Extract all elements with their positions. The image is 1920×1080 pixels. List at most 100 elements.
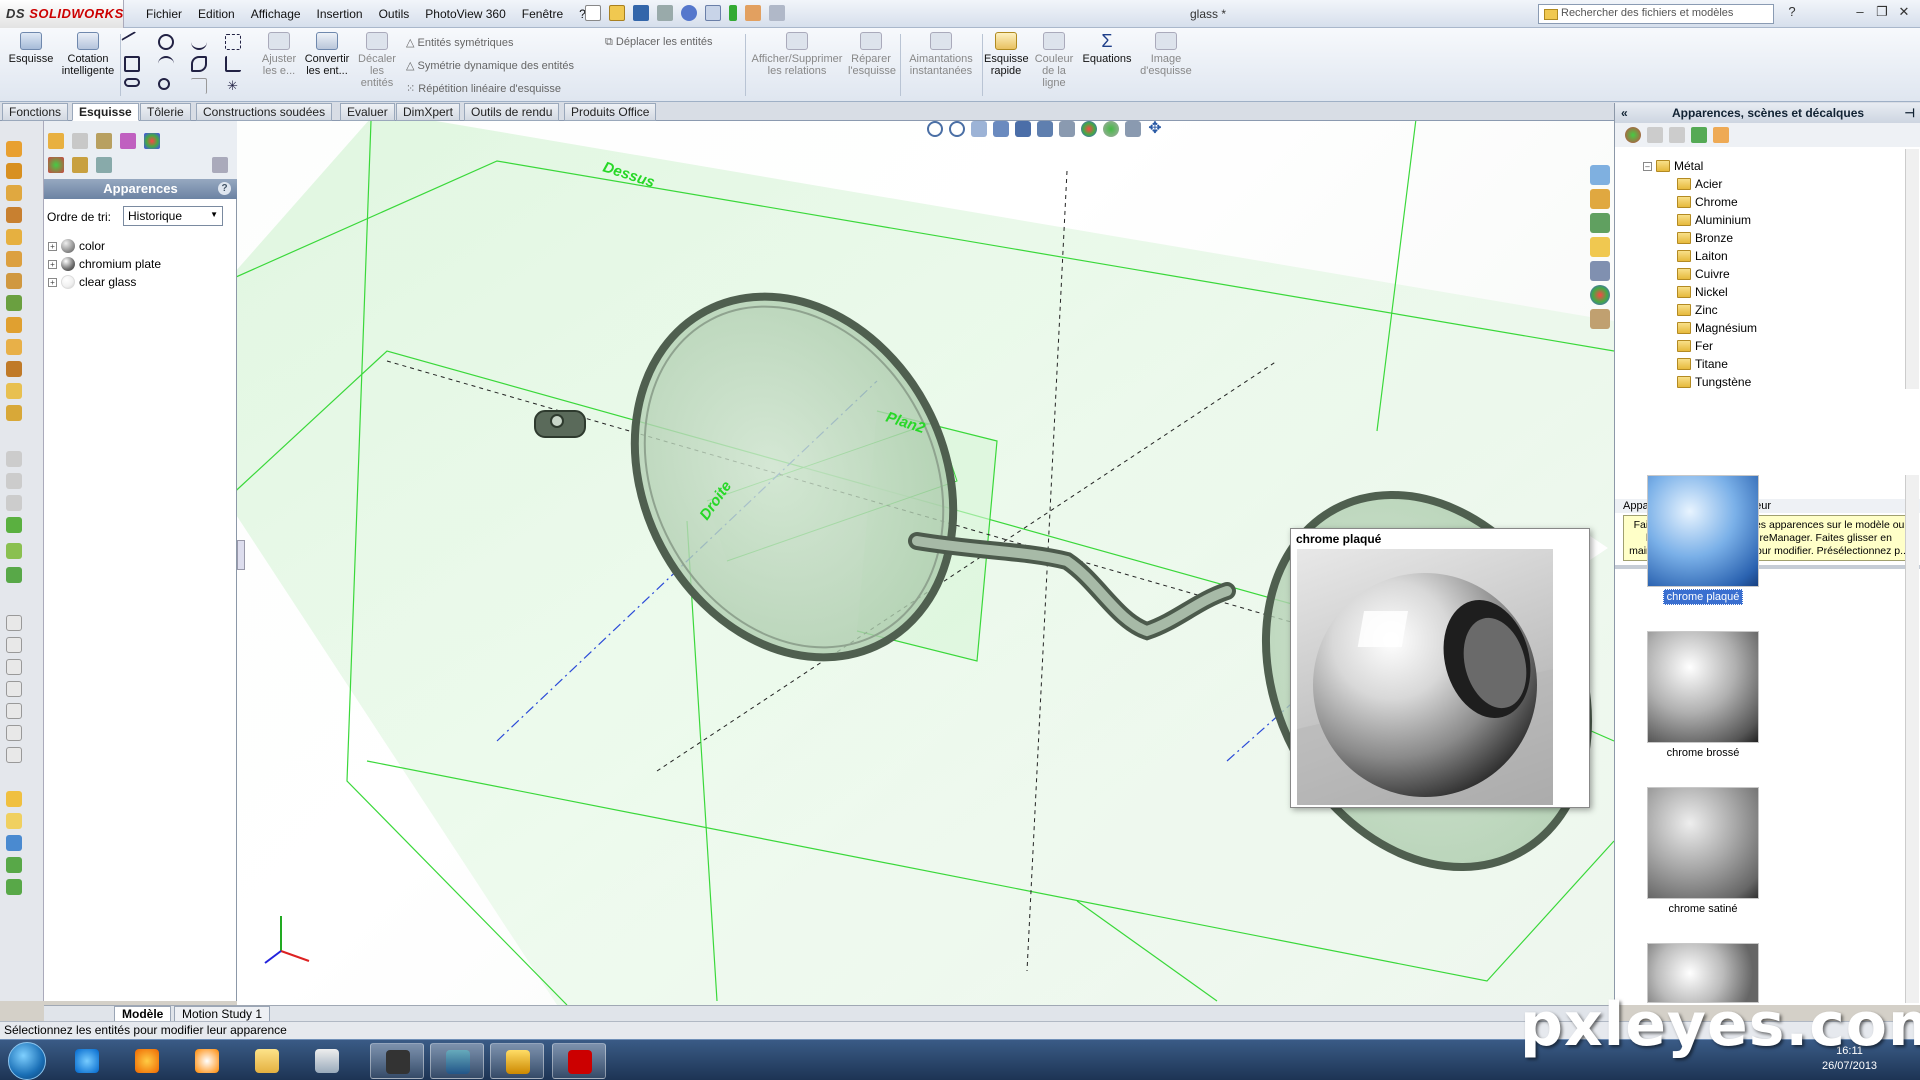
- mass-properties-icon[interactable]: [6, 857, 22, 873]
- configuration-manager-icon[interactable]: [96, 133, 112, 149]
- apply-scene-icon[interactable]: [1103, 121, 1119, 137]
- panel-collapse-handle[interactable]: [237, 540, 245, 570]
- tree-node-chrome[interactable]: Chrome: [1677, 195, 1738, 209]
- solidworks-resources-icon[interactable]: [1590, 165, 1610, 185]
- print-icon[interactable]: [657, 5, 673, 21]
- point-icon[interactable]: [157, 78, 170, 90]
- menu-edition[interactable]: Edition: [190, 0, 243, 28]
- panel-options-icon[interactable]: [212, 157, 228, 173]
- hide-show-icon[interactable]: [1059, 121, 1075, 137]
- tab-fonctions[interactable]: Fonctions: [2, 103, 69, 121]
- swatch-scrollbar[interactable]: [1905, 475, 1919, 1003]
- taskbar-app3[interactable]: [490, 1043, 544, 1079]
- up-folder-icon[interactable]: [1713, 127, 1729, 143]
- select-arrow-icon[interactable]: [705, 5, 721, 21]
- help-icon[interactable]: ?: [1784, 5, 1800, 21]
- appearances-icon[interactable]: [1625, 127, 1641, 143]
- arc-icon[interactable]: [157, 56, 174, 72]
- hinge[interactable]: [534, 410, 586, 438]
- view-settings-icon[interactable]: [1125, 121, 1141, 137]
- slot-icon[interactable]: [124, 78, 140, 87]
- dynamic-mirror-button[interactable]: △ Symétrie dynamique des entités: [406, 59, 574, 72]
- tab-evaluer[interactable]: Evaluer: [340, 103, 395, 121]
- expand-icon[interactable]: +: [48, 259, 57, 269]
- restore-icon[interactable]: ❐: [1874, 5, 1890, 21]
- collapse-icon[interactable]: «: [1621, 103, 1628, 123]
- tab-motion-study[interactable]: Motion Study 1: [174, 1006, 271, 1022]
- save-icon[interactable]: [633, 5, 649, 21]
- point-feature-icon[interactable]: [6, 681, 22, 697]
- refresh-icon[interactable]: [1691, 127, 1707, 143]
- expand-icon[interactable]: +: [48, 241, 57, 251]
- mirror-entities-button[interactable]: △ Entités symétriques: [406, 36, 514, 49]
- rectangle-icon[interactable]: [124, 56, 140, 72]
- sweep-icon[interactable]: [6, 185, 22, 201]
- cut-icon[interactable]: [6, 229, 22, 245]
- menu-fenetre[interactable]: Fenêtre: [514, 0, 571, 28]
- menu-affichage[interactable]: Affichage: [243, 0, 309, 28]
- tab-dimxpert[interactable]: DimXpert: [396, 103, 461, 121]
- tree-node-zinc[interactable]: Zinc: [1677, 303, 1718, 317]
- draft-icon[interactable]: [6, 339, 22, 355]
- taskbar-explorer[interactable]: [240, 1043, 294, 1079]
- view-orientation-icon[interactable]: [1015, 121, 1031, 137]
- pattern-icon[interactable]: [6, 361, 22, 377]
- move-entities-button[interactable]: ⧉ Déplacer les entités: [605, 36, 713, 49]
- flex-icon[interactable]: [6, 473, 22, 489]
- property-manager-icon[interactable]: [72, 133, 88, 149]
- undo-icon[interactable]: [681, 5, 697, 21]
- swatch-chrome-brosse[interactable]: [1647, 631, 1759, 743]
- plane-icon[interactable]: [6, 615, 22, 631]
- revolve-icon[interactable]: [6, 163, 22, 179]
- tree-node-acier[interactable]: Acier: [1677, 177, 1722, 191]
- equations-button[interactable]: Σ Equations: [1080, 32, 1134, 65]
- file-explorer-icon[interactable]: [1590, 213, 1610, 233]
- tree-node-nickel[interactable]: Nickel: [1677, 285, 1728, 299]
- circle-icon[interactable]: [157, 34, 174, 50]
- solidworks-logo[interactable]: DS SOLIDWORKS: [0, 0, 124, 28]
- indent-icon[interactable]: [6, 517, 22, 533]
- zoom-area-icon[interactable]: [949, 121, 965, 137]
- tab-outils-de-rendu[interactable]: Outils de rendu: [464, 103, 560, 121]
- spline-icon[interactable]: [191, 34, 207, 50]
- shell-icon[interactable]: [6, 317, 22, 333]
- extrude-icon[interactable]: [6, 141, 22, 157]
- convert-entities-button[interactable]: Convertir les ent...: [302, 32, 352, 77]
- repair-sketch-button[interactable]: Réparer l'esquisse: [848, 32, 896, 77]
- section-icon[interactable]: [6, 879, 22, 895]
- quick-snaps-button[interactable]: Aimantations instantanées: [904, 32, 978, 77]
- view-palette-icon[interactable]: [1590, 261, 1610, 281]
- taskbar-app2[interactable]: [430, 1043, 484, 1079]
- chamfer-icon[interactable]: [6, 273, 22, 289]
- taskbar-calc[interactable]: [300, 1043, 354, 1079]
- collapse-node-icon[interactable]: –: [1643, 161, 1652, 171]
- menu-insertion[interactable]: Insertion: [309, 0, 371, 28]
- zoom-to-fit-icon[interactable]: [927, 121, 943, 137]
- swatch-chrome-plaque[interactable]: [1647, 475, 1759, 587]
- sketch-point-icon[interactable]: ✳: [225, 78, 241, 94]
- pin-icon[interactable]: ⊣: [1905, 103, 1915, 123]
- menu-photoview[interactable]: PhotoView 360: [417, 0, 514, 28]
- appearance-item-chromium-plate[interactable]: + chromium plate: [48, 257, 161, 271]
- mirror-feature-icon[interactable]: [6, 383, 22, 399]
- dome-icon[interactable]: [6, 405, 22, 421]
- appearance-item-color[interactable]: + color: [48, 239, 105, 253]
- close-icon[interactable]: ✕: [1896, 5, 1912, 21]
- sketch-button[interactable]: Esquisse: [6, 32, 56, 65]
- tree-node-laiton[interactable]: Laiton: [1677, 249, 1728, 263]
- tab-constructions-soudees[interactable]: Constructions soudées: [196, 103, 333, 121]
- search-results-icon[interactable]: [1590, 237, 1610, 257]
- tree-node-magnesium[interactable]: Magnésium: [1677, 321, 1757, 335]
- axis-icon[interactable]: [6, 637, 22, 653]
- dimension-xpert-icon[interactable]: [6, 813, 22, 829]
- polygon-icon[interactable]: [191, 56, 207, 72]
- sketch-picture-button[interactable]: Image d'esquisse: [1138, 32, 1194, 77]
- measure-icon[interactable]: [6, 835, 22, 851]
- deform-icon[interactable]: [6, 495, 22, 511]
- new-document-icon[interactable]: [585, 5, 601, 21]
- instant3d-icon[interactable]: [6, 725, 22, 741]
- custom-properties-icon[interactable]: [1590, 309, 1610, 329]
- sketch-edit-icon[interactable]: [6, 791, 22, 807]
- display-manager-icon[interactable]: [144, 133, 160, 149]
- tab-modele[interactable]: Modèle: [114, 1006, 172, 1022]
